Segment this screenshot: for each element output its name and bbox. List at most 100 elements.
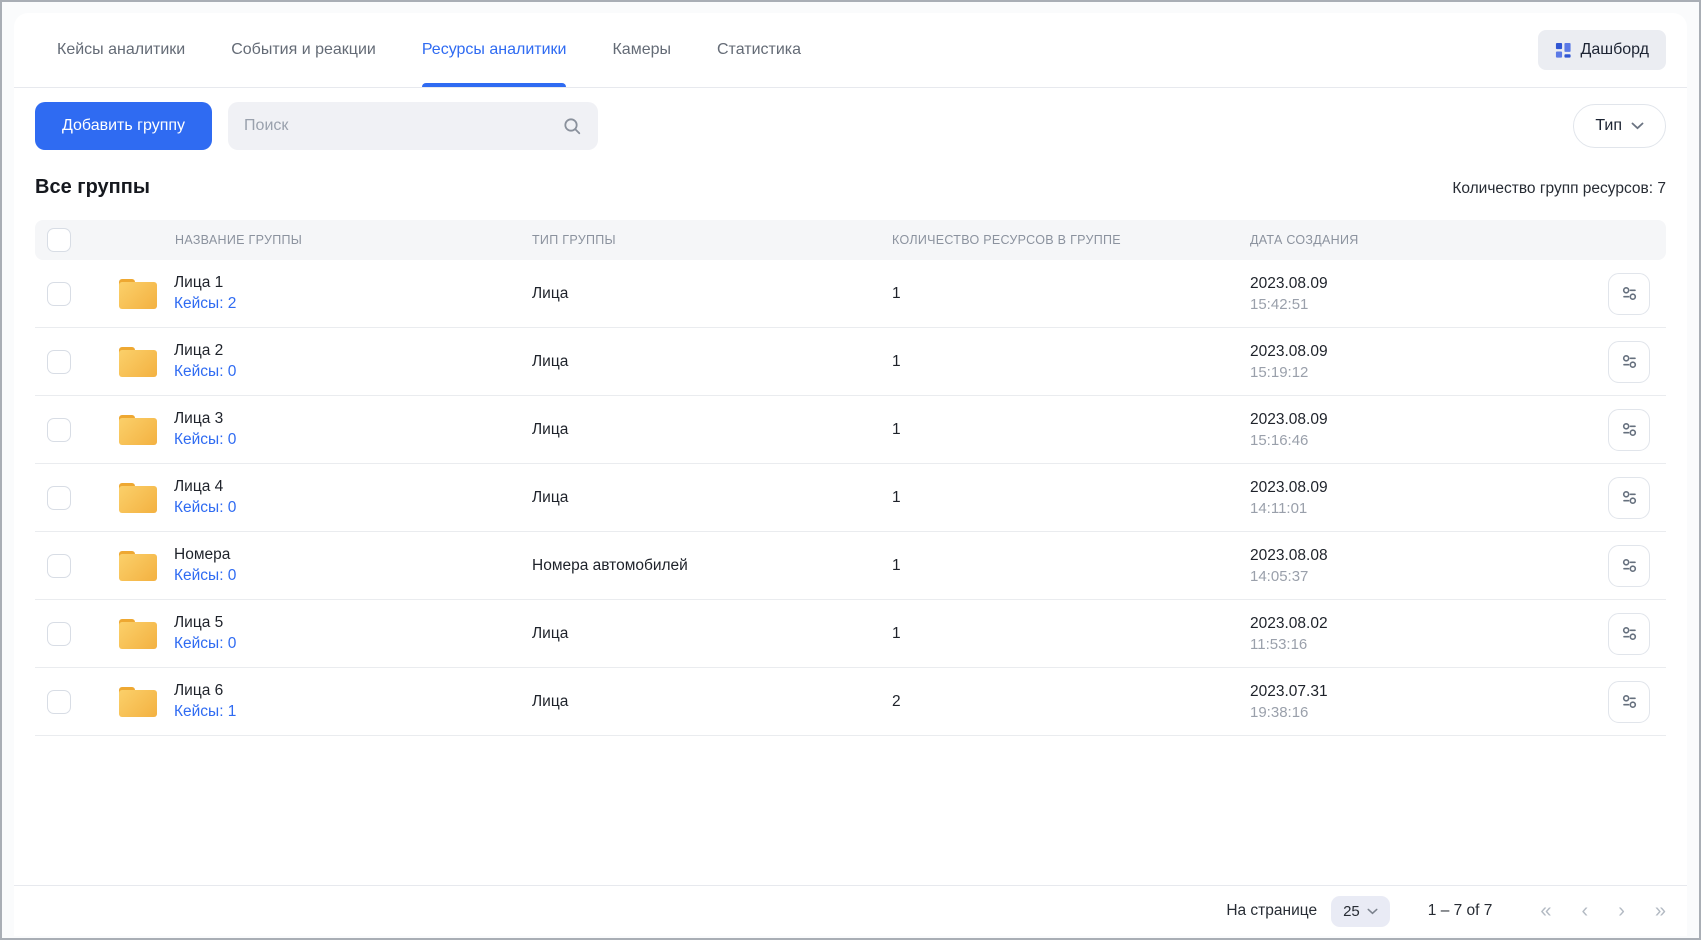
per-page-label: На странице — [1226, 902, 1317, 920]
select-all-cell — [35, 228, 119, 252]
row-checkbox-cell — [35, 350, 119, 374]
cases-link[interactable]: Кейсы: 1 — [174, 703, 236, 721]
group-name-cell: Лица 1 Кейсы: 2 — [119, 274, 524, 313]
creation-date-cell: 2023.08.09 15:19:12 — [1244, 343, 1592, 381]
sliders-icon — [1620, 692, 1639, 711]
creation-time: 15:19:12 — [1250, 364, 1592, 381]
search-input[interactable] — [244, 117, 562, 135]
sliders-icon — [1620, 556, 1639, 575]
table-row[interactable]: Лица 5 Кейсы: 0 Лица 1 2023.08.02 11:53:… — [35, 600, 1666, 668]
column-header-type[interactable]: ТИП ГРУППЫ — [524, 233, 884, 247]
row-settings-button[interactable] — [1608, 409, 1650, 451]
group-type: Лица — [524, 353, 884, 371]
cases-link[interactable]: Кейсы: 2 — [174, 295, 236, 313]
resource-count: 1 — [884, 421, 1244, 439]
table-row[interactable]: Лица 1 Кейсы: 2 Лица 1 2023.08.09 15:42:… — [35, 260, 1666, 328]
table-row[interactable]: Лица 2 Кейсы: 0 Лица 1 2023.08.09 15:19:… — [35, 328, 1666, 396]
row-checkbox[interactable] — [47, 486, 71, 510]
chevron-down-icon — [1367, 908, 1378, 915]
tab-cameras[interactable]: Камеры — [612, 13, 671, 87]
row-checkbox-cell — [35, 554, 119, 578]
row-checkbox-cell — [35, 418, 119, 442]
group-type: Лица — [524, 693, 884, 711]
tab-statistics[interactable]: Статистика — [717, 13, 801, 87]
row-actions-cell — [1592, 477, 1666, 519]
table-row[interactable]: Номера Кейсы: 0 Номера автомобилей 1 202… — [35, 532, 1666, 600]
pager-controls: « ‹ › » — [1540, 901, 1666, 921]
creation-date-cell: 2023.07.31 19:38:16 — [1244, 683, 1592, 721]
table-body: Лица 1 Кейсы: 2 Лица 1 2023.08.09 15:42:… — [35, 260, 1666, 736]
row-checkbox[interactable] — [47, 418, 71, 442]
page-range-label: 1 – 7 of 7 — [1428, 902, 1493, 920]
group-name-cell: Лица 4 Кейсы: 0 — [119, 478, 524, 517]
group-type: Лица — [524, 489, 884, 507]
group-type: Номера автомобилей — [524, 557, 884, 575]
group-name-cell: Номера Кейсы: 0 — [119, 546, 524, 585]
creation-date: 2023.08.09 — [1250, 479, 1592, 497]
dashboard-grid-icon — [1555, 42, 1572, 59]
groups-count-label: Количество групп ресурсов: 7 — [1452, 180, 1666, 198]
group-type: Лица — [524, 421, 884, 439]
group-name-cell: Лица 3 Кейсы: 0 — [119, 410, 524, 449]
row-checkbox-cell — [35, 622, 119, 646]
search-icon[interactable] — [562, 116, 582, 136]
row-settings-button[interactable] — [1608, 613, 1650, 655]
cases-link[interactable]: Кейсы: 0 — [174, 567, 236, 585]
cases-link[interactable]: Кейсы: 0 — [174, 499, 236, 517]
group-name-cell: Лица 5 Кейсы: 0 — [119, 614, 524, 653]
row-settings-button[interactable] — [1608, 273, 1650, 315]
type-filter-dropdown[interactable]: Тип — [1573, 104, 1666, 148]
creation-time: 14:05:37 — [1250, 568, 1592, 585]
table-row[interactable]: Лица 6 Кейсы: 1 Лица 2 2023.07.31 19:38:… — [35, 668, 1666, 736]
add-group-button[interactable]: Добавить группу — [35, 102, 212, 150]
folder-icon — [119, 415, 157, 445]
creation-date: 2023.08.02 — [1250, 615, 1592, 633]
column-header-date[interactable]: ДАТА СОЗДАНИЯ — [1244, 233, 1592, 247]
table-header: НАЗВАНИЕ ГРУППЫ ТИП ГРУППЫ КОЛИЧЕСТВО РЕ… — [35, 220, 1666, 260]
row-checkbox-cell — [35, 486, 119, 510]
creation-date: 2023.07.31 — [1250, 683, 1592, 701]
dashboard-button[interactable]: Дашборд — [1538, 30, 1667, 70]
tab-analytics-resources[interactable]: Ресурсы аналитики — [422, 13, 567, 87]
next-page-button[interactable]: › — [1618, 901, 1625, 921]
row-settings-button[interactable] — [1608, 341, 1650, 383]
row-settings-button[interactable] — [1608, 681, 1650, 723]
row-checkbox[interactable] — [47, 350, 71, 374]
group-name: Лица 1 — [174, 274, 236, 292]
folder-icon — [119, 483, 157, 513]
row-actions-cell — [1592, 341, 1666, 383]
creation-time: 11:53:16 — [1250, 636, 1592, 653]
search-box — [228, 102, 598, 150]
last-page-button[interactable]: » — [1655, 901, 1666, 921]
first-page-button[interactable]: « — [1540, 901, 1551, 921]
group-name-cell: Лица 6 Кейсы: 1 — [119, 682, 524, 721]
per-page-select[interactable]: 25 — [1331, 896, 1390, 927]
row-actions-cell — [1592, 613, 1666, 655]
table-row[interactable]: Лица 4 Кейсы: 0 Лица 1 2023.08.09 14:11:… — [35, 464, 1666, 532]
select-all-checkbox[interactable] — [47, 228, 71, 252]
heading-row: Все группы Количество групп ресурсов: 7 — [14, 150, 1687, 199]
group-name-cell: Лица 2 Кейсы: 0 — [119, 342, 524, 381]
row-settings-button[interactable] — [1608, 477, 1650, 519]
row-checkbox[interactable] — [47, 554, 71, 578]
row-settings-button[interactable] — [1608, 545, 1650, 587]
creation-date-cell: 2023.08.08 14:05:37 — [1244, 547, 1592, 585]
cases-link[interactable]: Кейсы: 0 — [174, 363, 236, 381]
row-checkbox-cell — [35, 282, 119, 306]
row-checkbox[interactable] — [47, 690, 71, 714]
creation-time: 15:42:51 — [1250, 296, 1592, 313]
tab-analytics-cases[interactable]: Кейсы аналитики — [57, 13, 185, 87]
folder-icon — [119, 619, 157, 649]
column-header-count[interactable]: КОЛИЧЕСТВО РЕСУРСОВ В ГРУППЕ — [884, 233, 1244, 247]
table-row[interactable]: Лица 3 Кейсы: 0 Лица 1 2023.08.09 15:16:… — [35, 396, 1666, 464]
cases-link[interactable]: Кейсы: 0 — [174, 431, 236, 449]
group-type: Лица — [524, 285, 884, 303]
tab-events-reactions[interactable]: События и реакции — [231, 13, 376, 87]
row-checkbox[interactable] — [47, 282, 71, 306]
cases-link[interactable]: Кейсы: 0 — [174, 635, 236, 653]
column-header-name[interactable]: НАЗВАНИЕ ГРУППЫ — [119, 233, 524, 247]
resource-count: 1 — [884, 353, 1244, 371]
group-name: Лица 6 — [174, 682, 236, 700]
prev-page-button[interactable]: ‹ — [1582, 901, 1589, 921]
row-checkbox[interactable] — [47, 622, 71, 646]
